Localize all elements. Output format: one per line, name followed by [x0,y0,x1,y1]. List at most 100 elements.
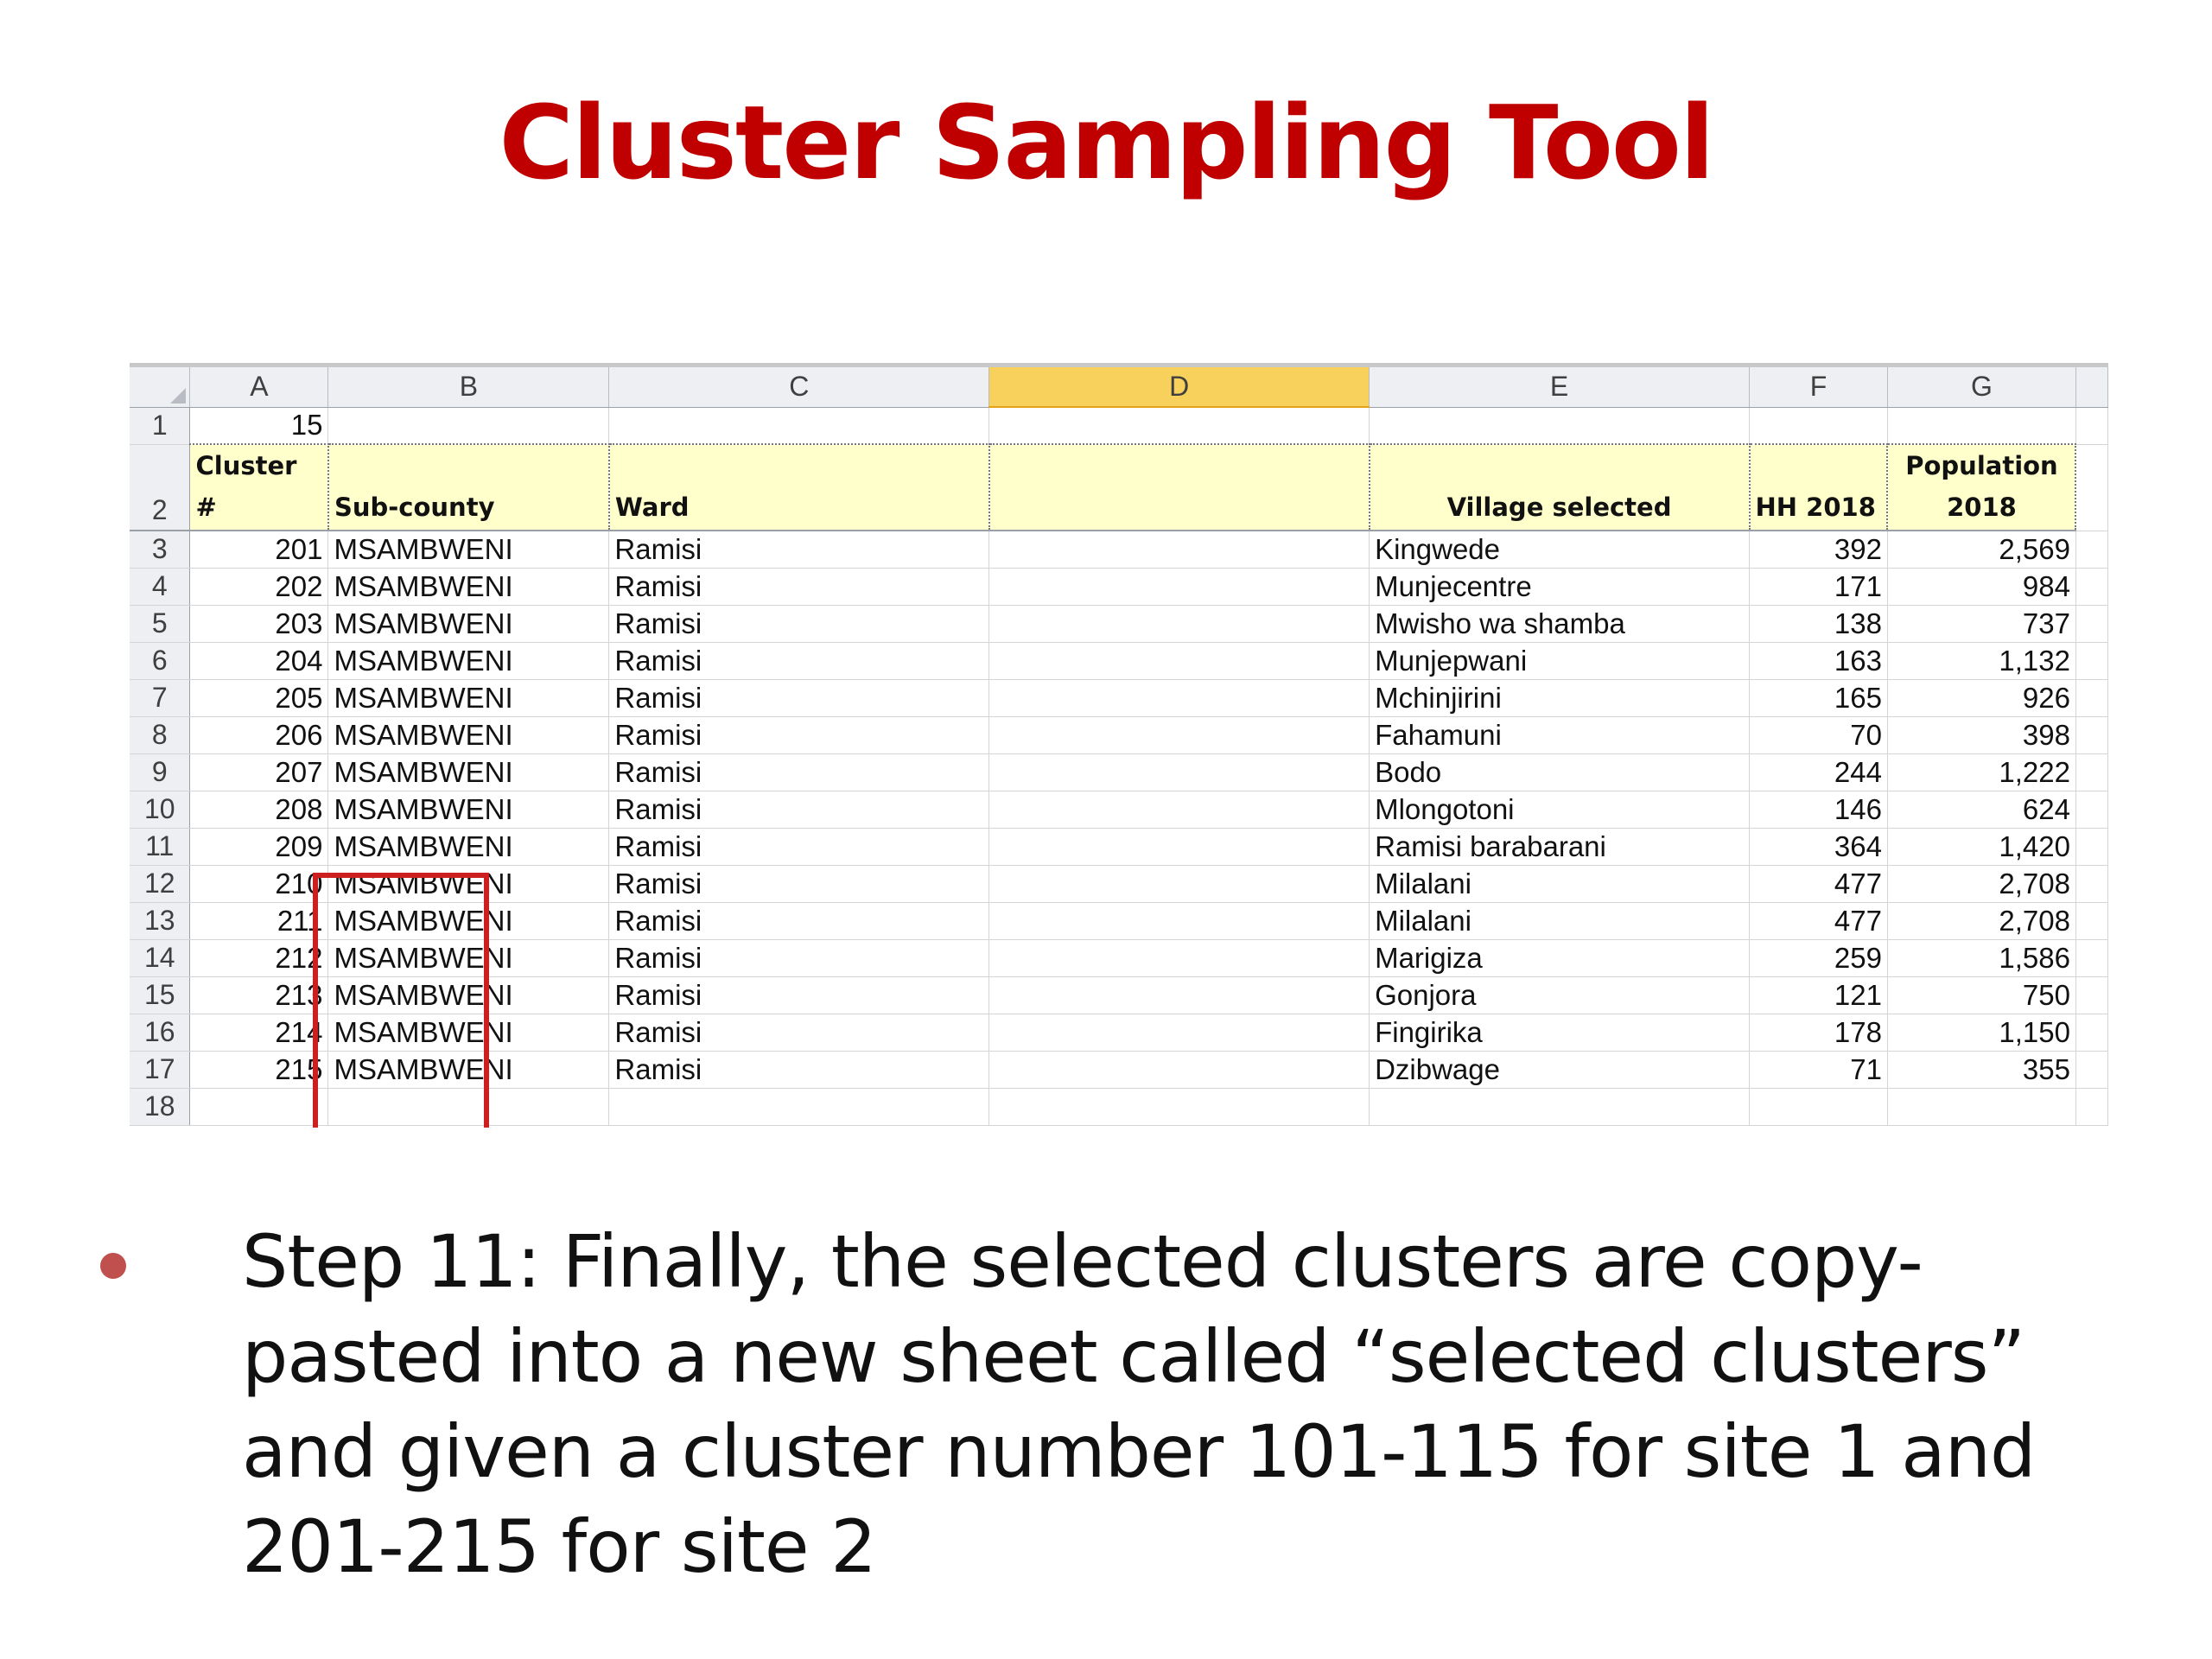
empty-cell[interactable] [1749,1088,1888,1126]
village-cell[interactable]: Mwisho wa shamba [1369,605,1751,643]
blank-cell[interactable] [988,1014,1370,1052]
blank-cell[interactable] [988,642,1370,680]
hh-2018-cell[interactable]: 244 [1749,753,1888,791]
column-header-c[interactable]: C [608,367,990,408]
cell-e1[interactable] [1369,407,1751,445]
cell-g1[interactable] [1887,407,2076,445]
empty-cell[interactable] [988,1088,1370,1126]
cluster-number-cell[interactable]: 207 [189,753,329,791]
population-2018-cell[interactable]: 1,420 [1887,828,2076,866]
ward-cell[interactable]: Ramisi [608,976,990,1014]
cluster-number-cell[interactable]: 213 [189,976,329,1014]
subcounty-cell[interactable]: MSAMBWENI [327,716,610,754]
row-header[interactable]: 6 [130,642,191,680]
empty-cell[interactable] [189,1088,329,1126]
subcounty-cell[interactable]: MSAMBWENI [327,753,610,791]
cluster-number-cell[interactable]: 209 [189,828,329,866]
row-header[interactable]: 7 [130,679,191,717]
empty-cell[interactable] [1887,1088,2076,1126]
empty-cell[interactable] [608,1088,990,1126]
empty-cell[interactable] [2075,1051,2108,1089]
row-header[interactable]: 13 [130,902,191,940]
blank-cell[interactable] [988,939,1370,977]
blank-cell[interactable] [988,1051,1370,1089]
empty-cell[interactable] [2075,976,2108,1014]
empty-cell[interactable] [2075,679,2108,717]
village-cell[interactable]: Mchinjirini [1369,679,1751,717]
cell-d1[interactable] [988,407,1370,445]
row-header[interactable]: 16 [130,1014,191,1052]
village-cell[interactable]: Bodo [1369,753,1751,791]
cluster-number-cell[interactable]: 214 [189,1014,329,1052]
cluster-number-cell[interactable]: 215 [189,1051,329,1089]
column-header-b[interactable]: B [327,367,610,408]
ward-cell[interactable]: Ramisi [608,605,990,643]
ward-cell[interactable]: Ramisi [608,939,990,977]
ward-cell[interactable]: Ramisi [608,753,990,791]
cluster-number-cell[interactable]: 206 [189,716,329,754]
hh-2018-cell[interactable]: 163 [1749,642,1888,680]
population-2018-cell[interactable]: 2,569 [1887,531,2076,569]
blank-cell[interactable] [988,568,1370,606]
empty-cell[interactable] [2075,902,2108,940]
cluster-number-cell[interactable]: 204 [189,642,329,680]
row-header[interactable]: 4 [130,568,191,606]
row-header[interactable]: 8 [130,716,191,754]
village-cell[interactable]: Kingwede [1369,531,1751,569]
cluster-number-cell[interactable]: 203 [189,605,329,643]
empty-cell[interactable] [1369,1088,1751,1126]
cell-a1[interactable]: 15 [189,407,329,445]
blank-cell[interactable] [988,531,1370,569]
row-header[interactable]: 9 [130,753,191,791]
row-header[interactable]: 15 [130,976,191,1014]
population-2018-cell[interactable]: 2,708 [1887,902,2076,940]
ward-cell[interactable]: Ramisi [608,1051,990,1089]
empty-cell[interactable] [2075,568,2108,606]
subcounty-cell[interactable]: MSAMBWENI [327,828,610,866]
ward-cell[interactable]: Ramisi [608,902,990,940]
hh-2018-cell[interactable]: 71 [1749,1051,1888,1089]
row-header[interactable]: 14 [130,939,191,977]
blank-cell[interactable] [988,753,1370,791]
empty-cell[interactable] [2075,753,2108,791]
empty-cell[interactable] [2075,865,2108,903]
empty-cell[interactable] [2075,716,2108,754]
column-header-a[interactable]: A [189,367,329,408]
village-cell[interactable]: Munjepwani [1369,642,1751,680]
subcounty-cell[interactable]: MSAMBWENI [327,679,610,717]
cell-f1[interactable] [1749,407,1888,445]
population-2018-cell[interactable]: 355 [1887,1051,2076,1089]
cluster-number-cell[interactable]: 211 [189,902,329,940]
subcounty-cell[interactable]: MSAMBWENI [327,791,610,829]
row-header[interactable]: 10 [130,791,191,829]
village-cell[interactable]: Dzibwage [1369,1051,1751,1089]
row-header[interactable]: 11 [130,828,191,866]
column-header-e[interactable]: E [1369,367,1751,408]
cell-h1[interactable] [2075,407,2108,445]
population-2018-cell[interactable]: 984 [1887,568,2076,606]
village-cell[interactable]: Milalani [1369,902,1751,940]
hh-2018-header[interactable]: HH 2018 [1749,443,1889,531]
blank-cell[interactable] [988,865,1370,903]
column-header-d[interactable]: D [988,367,1370,408]
empty-cell[interactable] [2075,642,2108,680]
ward-cell[interactable]: Ramisi [608,791,990,829]
cluster-number-cell[interactable]: 208 [189,791,329,829]
subcounty-cell[interactable]: MSAMBWENI [327,568,610,606]
hh-2018-cell[interactable]: 259 [1749,939,1888,977]
subcounty-cell[interactable]: MSAMBWENI [327,605,610,643]
row-header[interactable]: 18 [130,1088,191,1126]
population-2018-cell[interactable]: 2,708 [1887,865,2076,903]
hh-2018-cell[interactable]: 121 [1749,976,1888,1014]
blank-cell[interactable] [988,976,1370,1014]
population-2018-cell[interactable]: 737 [1887,605,2076,643]
population-2018-cell[interactable]: 1,586 [1887,939,2076,977]
cluster-number-cell[interactable]: 201 [189,531,329,569]
row-header[interactable]: 5 [130,605,191,643]
empty-cell[interactable] [2075,939,2108,977]
blank-cell[interactable] [988,791,1370,829]
ward-header[interactable]: Ward [608,443,990,531]
cluster-number-cell[interactable]: 202 [189,568,329,606]
empty-cell[interactable] [2075,605,2108,643]
cell-h2[interactable] [2075,444,2108,531]
